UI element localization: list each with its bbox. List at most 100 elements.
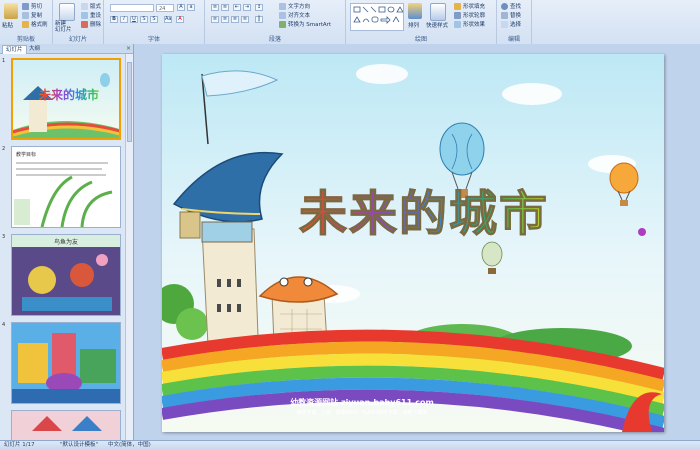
italic-icon[interactable]: I	[120, 16, 128, 23]
align-center-icon[interactable]: ≡	[221, 16, 229, 23]
slide-number: 4	[2, 322, 6, 328]
new-slide-icon[interactable]	[59, 3, 75, 21]
quick-styles-label: 快速样式	[426, 23, 449, 29]
replace-button[interactable]: 替换	[501, 11, 521, 19]
copy-label: 复制	[31, 13, 43, 19]
underline-icon[interactable]: U	[130, 16, 138, 23]
slide-number: 3	[2, 234, 6, 240]
font-size-combo[interactable]: 24	[156, 4, 174, 12]
text-direction-button[interactable]: 文字方向	[279, 2, 310, 10]
slides-panel: 幻灯片 大纲 × 1 未来的城市 2 教学目标 3 鸟鱼为友 4	[0, 44, 134, 440]
footer-site: 幼教资源网站 ziyuan.baby611.com	[290, 398, 434, 407]
panel-scrollbar[interactable]	[125, 54, 133, 440]
smartart-icon	[279, 20, 286, 28]
find-icon	[501, 2, 508, 10]
thumbnail-5-art	[32, 416, 102, 431]
align-left-icon[interactable]: ≡	[211, 16, 219, 23]
align-text-label: 对齐文本	[288, 13, 311, 19]
hot-air-balloon-small	[481, 241, 503, 274]
change-case-icon[interactable]: Aa	[164, 16, 172, 23]
replace-label: 替换	[510, 13, 522, 19]
select-button[interactable]: 选择	[501, 20, 521, 28]
align-right-icon[interactable]: ≡	[231, 16, 239, 23]
close-icon[interactable]: ×	[126, 45, 131, 52]
paste-icon[interactable]	[4, 3, 18, 19]
shape-effects-button[interactable]: 形状效果	[454, 20, 485, 28]
arrange-icon[interactable]	[408, 3, 422, 19]
font-color-icon[interactable]: A	[176, 16, 184, 23]
clipboard-group: 粘贴 剪切 复制 格式刷 剪贴板	[0, 0, 53, 44]
font-group-label: 字体	[147, 36, 160, 43]
arrange-button[interactable]: 排列	[408, 21, 419, 29]
font-size-value: 24	[159, 6, 166, 12]
grow-font-icon[interactable]: A	[177, 4, 185, 11]
delete-button[interactable]: 删除	[81, 20, 101, 28]
layout-button[interactable]: 版式	[81, 2, 101, 10]
format-painter-button[interactable]: 格式刷	[22, 20, 48, 28]
quick-styles-button[interactable]: 快速样式	[426, 21, 448, 29]
cut-label: 剪切	[31, 4, 43, 10]
slide-thumbnail-1[interactable]: 未来的城市	[11, 58, 121, 140]
tab-slides[interactable]: 幻灯片	[2, 45, 27, 54]
shapes-gallery-icons	[353, 6, 404, 24]
font-name-combo[interactable]	[110, 4, 154, 12]
shape-outline-button[interactable]: 形状轮廓	[454, 11, 485, 19]
numbering-icon[interactable]: ≡	[221, 4, 229, 11]
replace-icon	[501, 11, 508, 19]
drawing-group-label: 绘图	[414, 36, 427, 43]
shape-fill-label: 形状填充	[463, 4, 486, 10]
quick-styles-icon[interactable]	[430, 3, 446, 21]
thumbnail-3-art	[12, 247, 120, 315]
columns-icon[interactable]: ║	[255, 16, 263, 23]
shrink-font-icon[interactable]: a	[187, 4, 195, 11]
find-button[interactable]: 查找	[501, 2, 521, 10]
delete-icon	[81, 20, 88, 28]
bullets-icon[interactable]: ≡	[211, 4, 219, 11]
slide-title[interactable]: 未来的城市	[254, 174, 594, 244]
align-text-button[interactable]: 对齐文本	[279, 11, 310, 19]
reset-button[interactable]: 重设	[81, 11, 101, 19]
editing-group: 查找 替换 选择 编辑	[497, 0, 532, 44]
decrease-indent-icon[interactable]: ⇤	[233, 4, 241, 11]
effects-icon	[454, 20, 461, 28]
thumbnail-2-title: 教学目标	[16, 152, 37, 158]
scrollbar-thumb[interactable]	[127, 62, 132, 142]
slide-thumbnail-4[interactable]	[11, 322, 121, 404]
fill-icon	[454, 2, 461, 10]
editing-group-label: 编辑	[507, 36, 520, 43]
increase-indent-icon[interactable]: ⇥	[243, 4, 251, 11]
shape-fill-button[interactable]: 形状填充	[454, 2, 485, 10]
paragraph-group-label: 段落	[268, 36, 281, 43]
scissors-icon	[22, 2, 29, 10]
current-slide[interactable]: 未来的城市 幼教资源网站 ziyuan.baby611.com 课件下载 · 儿…	[162, 54, 664, 432]
slide-thumbnail-2[interactable]: 教学目标	[11, 146, 121, 228]
justify-icon[interactable]: ≡	[241, 16, 249, 23]
select-icon	[501, 20, 508, 28]
layout-label: 版式	[90, 4, 102, 10]
brush-icon	[22, 20, 29, 28]
copy-icon	[22, 11, 29, 19]
layout-icon	[81, 2, 88, 10]
tab-outline[interactable]: 大纲	[26, 45, 43, 53]
outline-icon	[454, 11, 461, 19]
arrange-label: 排列	[408, 23, 420, 29]
paste-label: 粘贴	[2, 23, 14, 29]
bold-icon[interactable]: B	[110, 16, 118, 23]
footer-links: 课件下载 · 儿歌 · 故事MP3 · FLASH课件下载 · 试卷下载等	[296, 410, 428, 416]
thumbnail-3-title: 鸟鱼为友	[53, 239, 78, 246]
new-slide-button[interactable]: 新建 幻灯片	[55, 21, 81, 33]
paste-button[interactable]: 粘贴	[2, 21, 13, 29]
cut-button[interactable]: 剪切	[22, 2, 42, 10]
text-direction-label: 文字方向	[288, 4, 311, 10]
slide-thumbnail-5[interactable]	[11, 410, 121, 440]
strikethrough-icon[interactable]: S	[140, 16, 148, 23]
line-spacing-icon[interactable]: ↕	[255, 4, 263, 11]
shadow-icon[interactable]: S	[150, 16, 158, 23]
paragraph-group: ≡ ≡ ⇤ ⇥ ↕ ≡ ≡ ≡ ≡ ║ 文字方向 对齐文本 转换为 SmartA…	[205, 0, 346, 44]
slide-thumbnail-3[interactable]: 鸟鱼为友	[11, 234, 121, 316]
format-painter-label: 格式刷	[31, 22, 48, 28]
convert-smartart-button[interactable]: 转换为 SmartArt	[279, 20, 331, 28]
slides-group-label: 幻灯片	[68, 36, 87, 43]
shapes-gallery[interactable]	[350, 3, 404, 31]
copy-button[interactable]: 复制	[22, 11, 42, 19]
